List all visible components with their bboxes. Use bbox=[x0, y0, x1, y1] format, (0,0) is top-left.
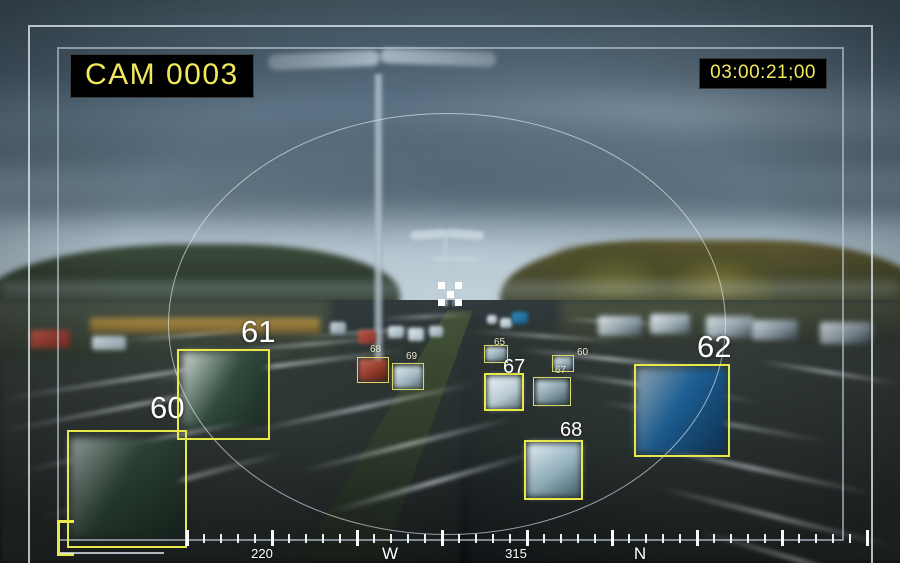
camera-hud-screen: CAM 0003 03:00:21;00 60 61 62 68 67 67 68 69 65 6… bbox=[0, 0, 900, 563]
lens-vignette bbox=[0, 0, 900, 563]
traffic-camera-video-feed bbox=[0, 0, 900, 563]
